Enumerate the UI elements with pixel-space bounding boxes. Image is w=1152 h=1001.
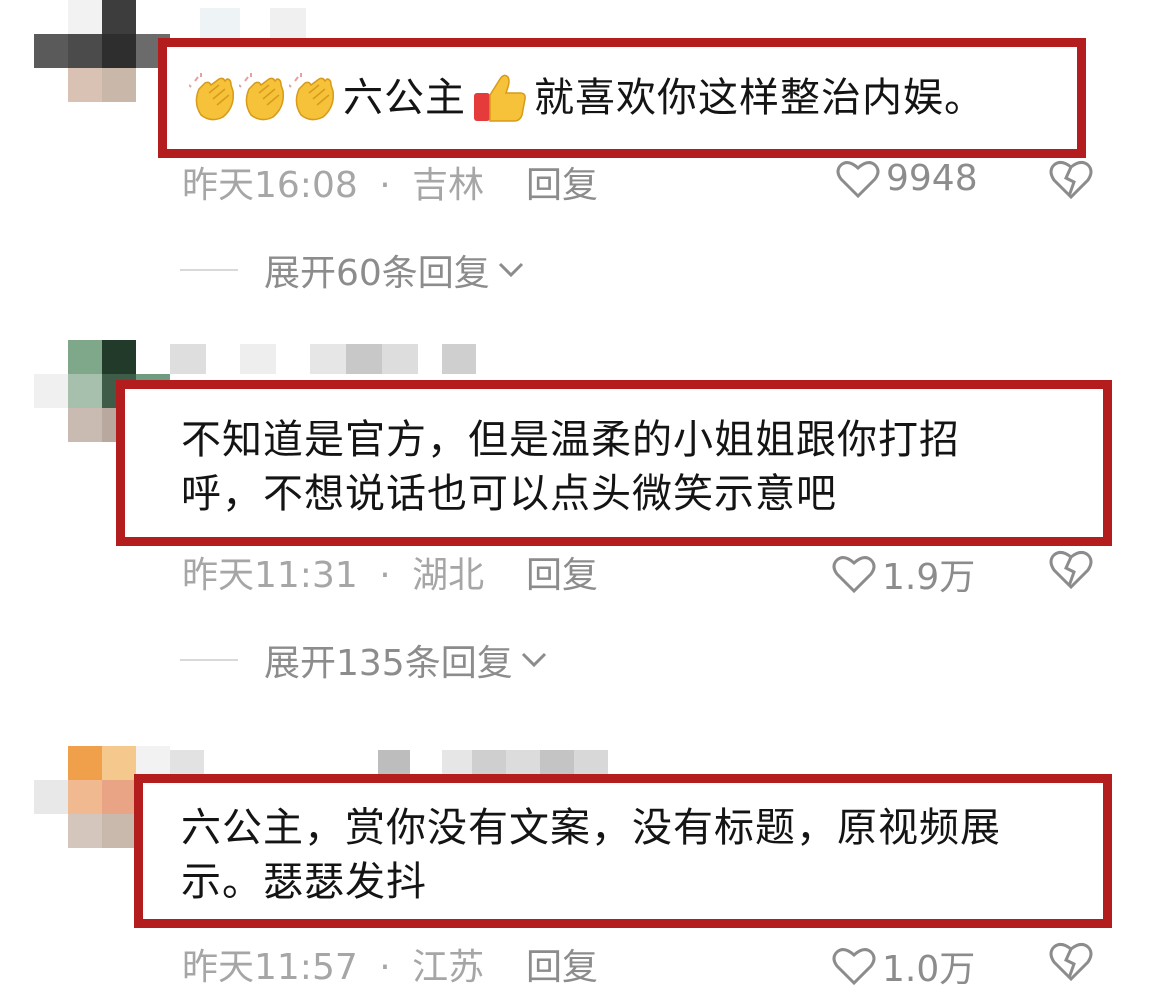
heart-outline-icon (832, 948, 876, 986)
reply-button[interactable]: 回复 (526, 156, 598, 208)
comment-meta: 昨天11:57 · 江苏 (182, 938, 484, 990)
broken-heart-icon[interactable] (1048, 158, 1094, 200)
divider (180, 659, 238, 661)
like-count: 1.0万 (882, 949, 976, 990)
comment-location: 吉林 (412, 165, 485, 206)
expand-replies[interactable]: 展开135条回复 (180, 634, 549, 686)
expand-replies-label: 展开60条回复 (264, 253, 490, 294)
expand-replies[interactable]: 展开60条回复 (180, 244, 526, 296)
comment-text-line: 不知道是官方，但是温柔的小姐姐跟你打招 (181, 417, 960, 463)
like-count: 9948 (886, 158, 978, 199)
heart-outline-icon (836, 160, 880, 198)
meta-separator: · (379, 947, 391, 988)
comment-text-box: 不知道是官方，但是温柔的小姐姐跟你打招 呼，不想说话也可以点头微笑示意吧 (116, 380, 1112, 546)
comment-time: 昨天11:57 (182, 947, 358, 988)
like-button[interactable]: 9948 (836, 158, 978, 199)
meta-separator: · (379, 165, 391, 206)
comment-text-line: 呼，不想说话也可以点头微笑示意吧 (181, 471, 837, 517)
divider (180, 269, 238, 271)
meta-separator: · (379, 555, 391, 596)
comment-time: 昨天16:08 (182, 165, 358, 206)
like-count: 1.9万 (882, 557, 976, 598)
avatar[interactable] (34, 0, 174, 120)
reply-button[interactable]: 回复 (526, 938, 598, 990)
clapping-hands-icon (289, 73, 335, 121)
comment-text-box: 六公主 就喜欢你这样整治内娱。 (158, 38, 1086, 158)
comment-text-prefix: 六公主 (343, 75, 466, 121)
comment-text-line: 示。瑟瑟发抖 (181, 859, 427, 905)
heart-outline-icon (832, 556, 876, 594)
expand-replies-label: 展开135条回复 (264, 643, 513, 684)
comment-location: 湖北 (412, 555, 485, 596)
comment-meta: 昨天16:08 · 吉林 (182, 156, 484, 208)
clapping-hands-emoji-group (189, 73, 339, 123)
comment-text-suffix: 就喜欢你这样整治内娱。 (534, 75, 985, 121)
comment-text: 不知道是官方，但是温柔的小姐姐跟你打招 呼，不想说话也可以点头微笑示意吧 (181, 413, 960, 521)
comment-text: 六公主，赏你没有文案，没有标题，原视频展 示。瑟瑟发抖 (181, 801, 1001, 909)
reply-button[interactable]: 回复 (526, 546, 598, 598)
comment-text-line: 六公主，赏你没有文案，没有标题，原视频展 (181, 805, 1001, 851)
chevron-down-icon (498, 262, 523, 278)
comment-text: 六公主 就喜欢你这样整治内娱。 (189, 69, 985, 125)
like-button[interactable]: 1.0万 (832, 940, 975, 992)
thumbs-up-icon (474, 74, 526, 122)
like-button[interactable]: 1.9万 (832, 548, 975, 600)
broken-heart-icon[interactable] (1048, 940, 1094, 982)
comment-time: 昨天11:31 (182, 555, 358, 596)
comment-text-box: 六公主，赏你没有文案，没有标题，原视频展 示。瑟瑟发抖 (134, 774, 1112, 928)
chevron-down-icon (521, 652, 546, 668)
comment-meta: 昨天11:31 · 湖北 (182, 546, 484, 598)
clapping-hands-icon (189, 73, 235, 121)
broken-heart-icon[interactable] (1048, 548, 1094, 590)
comment-location: 江苏 (412, 947, 485, 988)
clapping-hands-icon (239, 73, 285, 121)
